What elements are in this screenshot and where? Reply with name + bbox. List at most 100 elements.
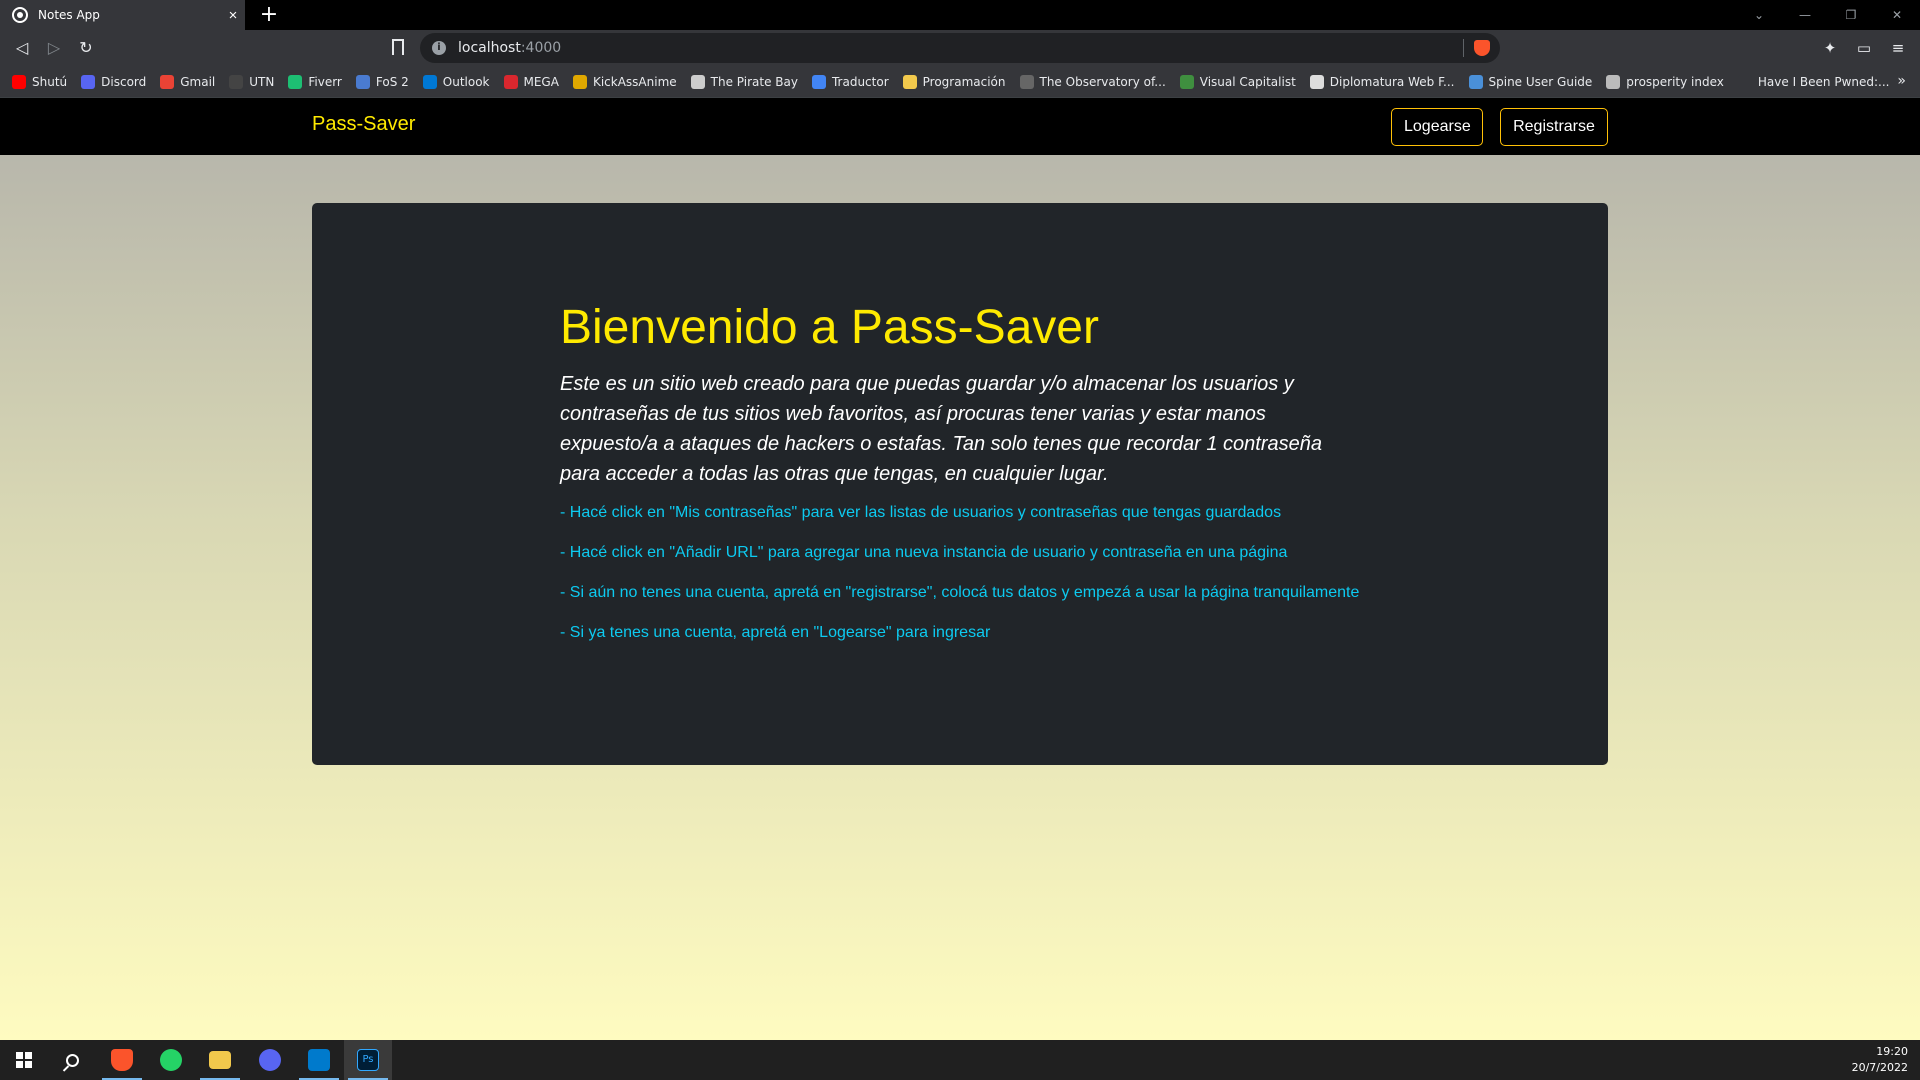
bookmark-label: KickAssAnime	[592, 74, 677, 89]
taskbar-discord[interactable]	[246, 1040, 294, 1080]
forward-icon[interactable]: ▷	[44, 38, 64, 58]
discord-icon	[259, 1049, 281, 1071]
bookmark-item[interactable]: Have I Been Pwned:...	[1737, 74, 1890, 89]
bookmark-item[interactable]: Visual Capitalist	[1179, 74, 1296, 89]
bookmark-favicon-icon	[160, 74, 175, 89]
url-host: localhost	[458, 40, 521, 56]
bookmark-label: UTN	[249, 74, 275, 89]
bookmark-favicon-icon	[288, 74, 303, 89]
bookmark-favicon-icon	[1019, 74, 1034, 89]
close-tab-icon[interactable]: ×	[221, 7, 245, 24]
bookmark-label: Traductor	[831, 74, 889, 89]
bookmark-item[interactable]: Programación	[902, 74, 1006, 89]
new-tab-button[interactable]: +	[256, 2, 282, 28]
bookmark-item[interactable]: Outlook	[422, 74, 490, 89]
wallet-icon[interactable]: ▭	[1854, 38, 1874, 58]
bookmark-label: Outlook	[442, 74, 490, 89]
address-bar[interactable]: i localhost :4000	[420, 33, 1500, 63]
omnibox-divider	[1463, 39, 1464, 57]
bookmark-label: Gmail	[180, 74, 216, 89]
bookmark-item[interactable]: Fiverr	[288, 74, 342, 89]
bookmark-item[interactable]: MEGA	[503, 74, 559, 89]
bookmark-item[interactable]: FoS 2	[355, 74, 409, 89]
start-button[interactable]	[0, 1040, 48, 1080]
tab-search-icon[interactable]: ⌄	[1736, 0, 1782, 30]
bookmark-favicon-icon	[1606, 74, 1621, 89]
taskbar-file-explorer[interactable]	[196, 1040, 244, 1080]
browser-tab-strip: Notes App × + ⌄ — ❐ ✕	[0, 0, 1920, 30]
close-window-button[interactable]: ✕	[1874, 0, 1920, 30]
bookmark-favicon-icon	[811, 74, 826, 89]
bookmark-item[interactable]: Diplomatura Web F...	[1309, 74, 1455, 89]
page-viewport: Pass-Saver Logearse Registrarse Bienveni…	[0, 99, 1920, 1040]
taskbar-vscode[interactable]	[295, 1040, 343, 1080]
bookmark-favicon-icon	[12, 74, 26, 89]
windows-taskbar: Ps 19:20 20/7/2022	[0, 1040, 1920, 1080]
register-button[interactable]: Registrarse	[1500, 108, 1608, 146]
brave-icon	[111, 1049, 133, 1071]
bookmark-label: Programación	[922, 74, 1006, 89]
bookmark-label: Visual Capitalist	[1199, 74, 1296, 89]
site-info-icon[interactable]: i	[432, 41, 446, 55]
menu-icon[interactable]: ≡	[1888, 38, 1908, 58]
bookmark-item[interactable]: The Pirate Bay	[690, 74, 798, 89]
site-brand[interactable]: Pass-Saver	[312, 113, 415, 136]
photoshop-icon: Ps	[357, 1049, 379, 1071]
minimize-button[interactable]: —	[1782, 0, 1828, 30]
bookmark-item[interactable]: Spine User Guide	[1468, 74, 1593, 89]
hint-add-url: - Hacé click en "Añadir URL" para agrega…	[560, 543, 1288, 561]
bookmark-favicon-icon	[1179, 74, 1194, 89]
search-icon	[65, 1053, 79, 1067]
file-explorer-icon	[209, 1051, 231, 1069]
bookmark-label: FoS 2	[375, 74, 409, 89]
welcome-card: Bienvenido a Pass-Saver Este es un sitio…	[312, 203, 1608, 765]
search-button[interactable]	[48, 1040, 96, 1080]
taskbar-brave[interactable]	[98, 1040, 146, 1080]
bookmark-favicon-icon	[422, 74, 437, 89]
bookmark-label: Fiverr	[308, 74, 342, 89]
brave-shield-icon[interactable]	[1474, 40, 1490, 56]
bookmark-favicon-icon	[229, 74, 244, 89]
more-bookmarks-icon[interactable]: »	[1897, 73, 1906, 89]
bookmark-item[interactable]: prosperity index	[1606, 74, 1724, 89]
intro-text: Este es un sitio web creado para que pue…	[560, 372, 1322, 485]
page-title: Bienvenido a Pass-Saver	[560, 301, 1099, 354]
bookmark-icon[interactable]	[392, 39, 404, 55]
hint-my-passwords: - Hacé click en "Mis contraseñas" para v…	[560, 503, 1282, 521]
site-navbar: Pass-Saver Logearse Registrarse	[0, 99, 1920, 155]
clock-date: 20/7/2022	[1851, 1061, 1908, 1074]
hint-register: - Si aún no tenes una cuenta, apretá en …	[560, 583, 1360, 601]
taskbar-whatsapp[interactable]	[147, 1040, 195, 1080]
bookmark-item[interactable]: Shutú	[12, 74, 67, 89]
bookmark-favicon-icon	[690, 74, 705, 89]
back-icon[interactable]: ◁	[12, 38, 32, 58]
bookmark-item[interactable]: Traductor	[811, 74, 889, 89]
bookmark-label: Spine User Guide	[1488, 74, 1593, 89]
extensions-icon[interactable]: ✦	[1820, 38, 1840, 58]
tab-notes-app[interactable]: Notes App ×	[0, 0, 245, 30]
clock-time: 19:20	[1876, 1045, 1908, 1058]
bookmark-favicon-icon	[572, 74, 587, 89]
url-port: :4000	[520, 40, 562, 56]
restore-button[interactable]: ❐	[1828, 0, 1874, 30]
bookmark-label: MEGA	[523, 74, 559, 89]
bookmark-label: Discord	[101, 74, 147, 89]
bookmark-item[interactable]: Discord	[81, 74, 147, 89]
bookmark-favicon-icon	[355, 74, 370, 89]
system-clock[interactable]: 19:20 20/7/2022	[1852, 1044, 1908, 1076]
bookmark-label: Have I Been Pwned:...	[1757, 74, 1890, 89]
browser-toolbar: ◁ ▷ ↻ i localhost :4000 ✦ ▭ ≡	[0, 30, 1920, 66]
bookmark-item[interactable]: UTN	[229, 74, 275, 89]
windows-logo-icon	[16, 1052, 32, 1068]
login-button[interactable]: Logearse	[1391, 108, 1483, 146]
taskbar-photoshop[interactable]: Ps	[344, 1040, 392, 1080]
bookmark-item[interactable]: KickAssAnime	[572, 74, 677, 89]
bookmark-favicon-icon	[902, 74, 917, 89]
hint-login: - Si ya tenes una cuenta, apretá en "Log…	[560, 623, 991, 641]
bookmark-favicon-icon	[81, 74, 96, 89]
globe-icon	[12, 7, 28, 23]
bookmark-favicon-icon	[1468, 74, 1483, 89]
reload-icon[interactable]: ↻	[76, 38, 96, 58]
bookmark-item[interactable]: Gmail	[160, 74, 216, 89]
bookmark-item[interactable]: The Observatory of...	[1019, 74, 1166, 89]
